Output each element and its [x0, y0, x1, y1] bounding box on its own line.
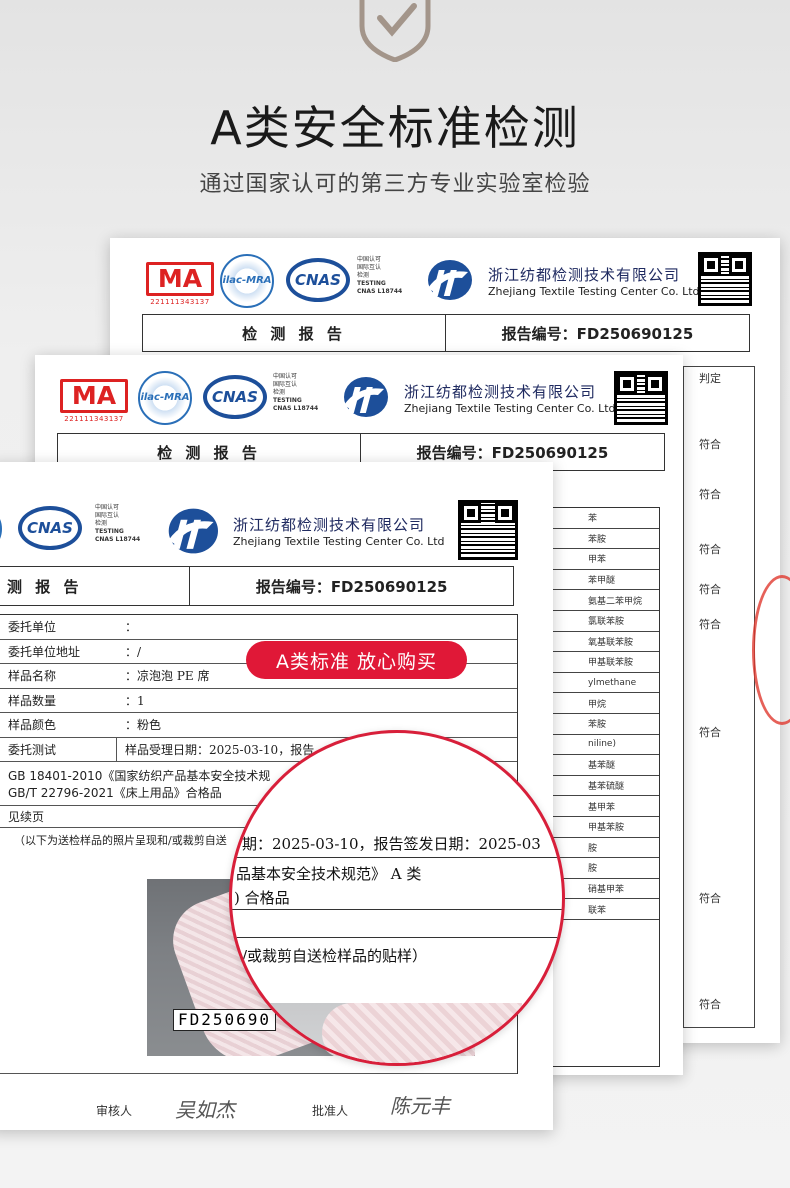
judgment-cell: 符合 — [699, 438, 721, 451]
cnas-description: 中国认可 国际互认 检测 TESTING CNAS L18744 — [273, 373, 319, 412]
magnified-grade-line: ) 合格品 — [234, 889, 290, 907]
test-item-row: ylmethane — [548, 673, 659, 694]
test-item-row: 甲烷 — [548, 693, 659, 714]
test-item-row: 苯 — [548, 508, 659, 529]
page-title: A类安全标准检测 — [210, 101, 580, 155]
ilac-mra-logo: ilac-MRA — [220, 254, 274, 308]
qr-code — [614, 371, 668, 425]
test-item-row: 基甲苯 — [548, 796, 659, 817]
judgment-cell: 符合 — [699, 998, 721, 1011]
company-logo-icon — [428, 260, 472, 300]
test-item-row: 基苯硫醚 — [548, 776, 659, 797]
test-item-row: 基苯醚 — [548, 755, 659, 776]
magnified-photo-note: /或裁剪自送检样品的贴样） — [242, 947, 428, 965]
ma-cert-logo: MA 221111343137 — [146, 262, 214, 308]
test-item-row: 甲苯 — [548, 549, 659, 570]
company-name: 浙江纺都检测技术有限公司 Zhejiang Textile Testing Ce… — [488, 266, 700, 298]
logo-row: MA 221111343137 ilac-MRA CNAS 中国认可 国际互认 检测… — [35, 355, 683, 435]
test-item-row: 苯胺 — [548, 714, 659, 735]
test-item-row: niline) — [548, 735, 659, 756]
magnified-sample-photo — [232, 1003, 522, 1063]
shield-check-icon — [359, 0, 431, 62]
report-header-table: 检 测 报 告 报告编号：FD250690125 — [142, 314, 750, 352]
test-item-row: 氧基联苯胺 — [548, 632, 659, 653]
test-item-row: 苯胺 — [548, 529, 659, 550]
report-header-table: 测 报 告 报告编号：FD250690125 — [0, 566, 514, 606]
test-item-row: 甲基联苯胺 — [548, 652, 659, 673]
magnified-standard-line: 品基本安全技术规范》 A 类 — [236, 865, 422, 883]
magnifier-lens: 期：2025-03-10，报告签发日期：2025-03 品基本安全技术规范》 A… — [229, 730, 565, 1066]
qr-code — [458, 500, 518, 560]
judgment-cell: 符合 — [699, 488, 721, 501]
test-item-row: 苯甲醚 — [548, 570, 659, 591]
ilac-mra-logo — [0, 504, 2, 554]
test-item-row: 氨基二苯甲烷 — [548, 590, 659, 611]
cnas-description: 中国认可 国际互认 检测 TESTING CNAS L18744 — [357, 256, 403, 295]
judgment-header: 判定 — [699, 372, 721, 385]
table-row: 样品颜色 ：粉色 — [0, 713, 517, 738]
ma-cert-logo: MA 221111343137 — [60, 379, 128, 425]
company-name: 浙江纺都检测技术有限公司 Zhejiang Textile Testing Ce… — [404, 383, 616, 415]
company-logo-icon — [344, 377, 388, 417]
test-item-row: 甲基苯胺 — [548, 817, 659, 838]
test-item-row: 胺 — [548, 858, 659, 879]
test-items-table: 苯苯胺 甲苯 苯甲醚 氨基二苯甲烷 氯联苯胺 氧基联苯胺 甲基联苯胺 ylmethane 甲烷苯… — [547, 507, 660, 1067]
test-item-row: 氯联苯胺 — [548, 611, 659, 632]
judgment-cell: 符合 — [699, 543, 721, 556]
report-number: 报告编号：FD250690125 — [255, 577, 448, 596]
report-title: 检 测 报 告 — [143, 315, 446, 351]
table-row: 委托单位： — [0, 615, 517, 640]
cnas-logo: CNAS — [18, 506, 82, 550]
reviewer-signature: 吴如杰 — [175, 1098, 235, 1122]
standard-badge: A类标准 放心购买 — [246, 641, 467, 679]
test-item-row: 胺 — [548, 838, 659, 859]
ilac-mra-logo: ilac-MRA — [138, 371, 192, 425]
cnas-logo: CNAS — [203, 375, 267, 419]
qr-code — [698, 252, 752, 306]
table-row: 样品数量 ：1 — [0, 689, 517, 713]
report-number: 报告编号：FD250690125 — [501, 324, 694, 343]
judgment-cell: 符合 — [699, 618, 721, 631]
magnified-date-line: 期：2025-03-10，报告签发日期：2025-03 — [242, 835, 541, 853]
logo-row: CNAS 中国认可 国际互认 检测 TESTING CNAS L18744 浙江纺都检测… — [0, 462, 553, 560]
judgment-cell: 符合 — [699, 726, 721, 739]
judgment-column — [683, 366, 755, 1028]
approver-label: 批准人 — [312, 1104, 349, 1118]
report-title: 测 报 告 — [0, 567, 191, 605]
approver-signature: 陈元丰 — [390, 1094, 450, 1118]
judgment-cell: 符合 — [699, 583, 721, 596]
company-logo-icon — [168, 508, 218, 554]
company-name: 浙江纺都检测技术有限公司 Zhejiang Textile Testing Ce… — [233, 516, 445, 548]
reviewer-label: 审核人 — [96, 1104, 133, 1118]
cnas-logo: CNAS — [286, 258, 350, 302]
logo-row: MA 221111343137 ilac-MRA CNAS 中国认可 国际互认 检测… — [110, 238, 780, 318]
page-subtitle: 通过国家认可的第三方专业实验室检验 — [199, 172, 591, 197]
cnas-description: 中国认可 国际互认 检测 TESTING CNAS L18744 — [95, 504, 141, 543]
judgment-cell: 符合 — [699, 892, 721, 905]
